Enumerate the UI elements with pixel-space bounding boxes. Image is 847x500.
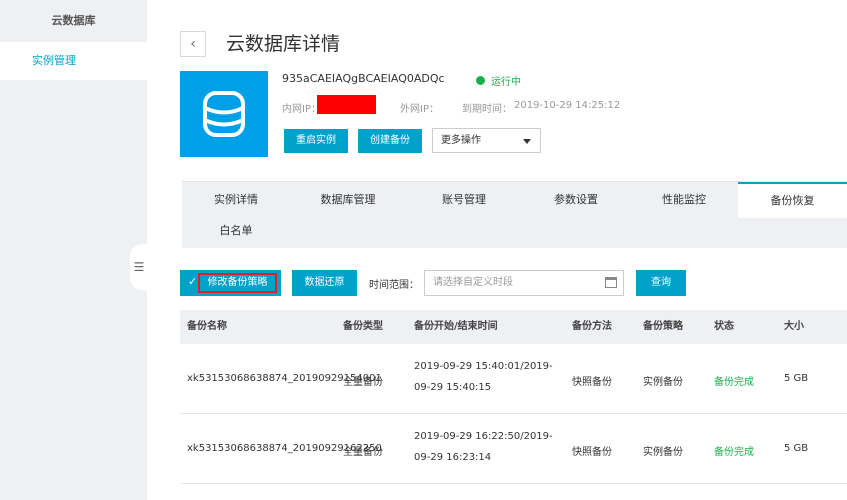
expire-time: 2019-10-29 14:25:12 [514, 100, 621, 111]
chevron-left-icon: ‹ [190, 36, 196, 52]
time-range-placeholder: 请选择自定义时段 [433, 277, 513, 288]
back-button[interactable]: ‹ [180, 31, 206, 57]
create-backup-button[interactable]: 创建备份 [358, 129, 422, 153]
backup-method: 快照备份 [572, 377, 612, 388]
column-header: 状态 [714, 321, 734, 332]
tab-performance-monitoring[interactable]: 性能监控 [630, 182, 738, 218]
column-header: 备份名称 [187, 321, 227, 332]
tab-database-management[interactable]: 数据库管理 [290, 182, 406, 218]
sidebar-toggle[interactable]: ☰ [130, 244, 148, 290]
backup-time-start: 2019-09-29 15:40:01/2019- [414, 361, 553, 372]
intranet-ip-label: 内网IP： [282, 104, 321, 115]
time-range-label: 时间范围： [369, 280, 419, 291]
backup-type: 全量备份 [343, 447, 383, 458]
backup-size: 5 GB [784, 373, 809, 384]
status-dot-icon [476, 76, 485, 85]
column-header: 备份方法 [572, 321, 612, 332]
chevron-down-icon [523, 139, 531, 144]
more-actions-select[interactable]: 更多操作 [432, 128, 541, 153]
query-button[interactable]: 查询 [636, 270, 686, 296]
table-row: xk53153068638874_20190929154001 全量备份 201… [180, 344, 847, 414]
column-header: 备份开始/结束时间 [414, 321, 498, 332]
tab-instance-details[interactable]: 实例详情 [182, 182, 290, 218]
main-panel: ‹ 云数据库详情 935aCAEIAQgBCAEIAQ0ADQc 运行中 内网I… [147, 0, 847, 500]
tab-backup-restore[interactable]: 备份恢复 [738, 182, 847, 218]
more-actions-label: 更多操作 [441, 135, 481, 146]
tab-whitelist[interactable]: 白名单 [182, 216, 290, 246]
expire-label: 到期时间： [462, 104, 512, 115]
sidebar-title: 云数据库 [0, 0, 147, 42]
database-icon [180, 71, 268, 157]
status-badge: 运行中 [476, 73, 521, 88]
redacted-ip [317, 95, 376, 114]
modify-backup-policy-label: 修改备份策略 [198, 273, 277, 293]
backup-table: 备份名称 备份类型 备份开始/结束时间 备份方法 备份策略 状态 大小 xk53… [180, 310, 847, 484]
backup-status: 备份完成 [714, 447, 754, 458]
backup-policy: 实例备份 [643, 377, 683, 388]
table-row: xk53153068638874_20190929162250 全量备份 201… [180, 414, 847, 484]
calendar-icon[interactable] [605, 277, 617, 288]
status-text: 运行中 [491, 77, 521, 88]
restart-instance-button[interactable]: 重启实例 [284, 129, 348, 153]
data-restore-button[interactable]: 数据还原 [292, 270, 357, 296]
backup-type: 全量备份 [343, 377, 383, 388]
backup-status: 备份完成 [714, 377, 754, 388]
column-header: 备份策略 [643, 321, 683, 332]
tab-parameter-settings[interactable]: 参数设置 [522, 182, 630, 218]
sidebar: 云数据库 实例管理 [0, 0, 147, 500]
tab-bar: 实例详情 数据库管理 账号管理 参数设置 性能监控 备份恢复 白名单 [182, 181, 847, 248]
menu-icon: ☰ [133, 260, 145, 274]
column-header: 备份类型 [343, 321, 383, 332]
check-icon: ✓ [188, 275, 198, 288]
public-ip-label: 外网IP： [400, 104, 439, 115]
table-header: 备份名称 备份类型 备份开始/结束时间 备份方法 备份策略 状态 大小 [180, 310, 847, 344]
tab-account-management[interactable]: 账号管理 [406, 182, 522, 218]
modify-backup-policy-button[interactable]: ✓ 修改备份策略 [180, 270, 281, 296]
time-range-input[interactable]: 请选择自定义时段 [424, 270, 624, 296]
backup-policy: 实例备份 [643, 447, 683, 458]
instance-id: 935aCAEIAQgBCAEIAQ0ADQc [282, 72, 445, 85]
backup-time-end: 09-29 16:23:14 [414, 452, 492, 463]
column-header: 大小 [784, 321, 804, 332]
backup-method: 快照备份 [572, 447, 612, 458]
backup-size: 5 GB [784, 443, 809, 454]
backup-time-end: 09-29 15:40:15 [414, 382, 492, 393]
page-title: 云数据库详情 [226, 33, 341, 55]
sidebar-item-instance-management[interactable]: 实例管理 [0, 42, 147, 80]
backup-time-start: 2019-09-29 16:22:50/2019- [414, 431, 553, 442]
